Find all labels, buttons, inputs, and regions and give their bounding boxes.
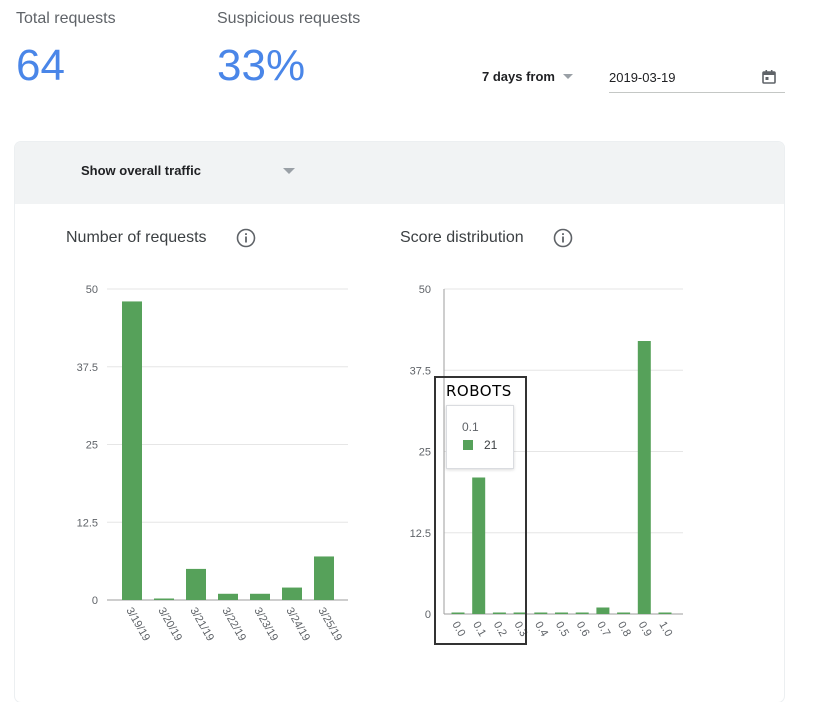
bar (154, 598, 174, 600)
x-tick-label: 3/20/19 (155, 606, 184, 644)
y-tick-label: 37.5 (77, 362, 98, 374)
y-tick-label: 25 (86, 440, 98, 452)
bar (314, 556, 334, 600)
charts-layer: 0 12.5 25 37.5 50 3/19/19 3/20/19 3/21/19 3/22/1… (77, 284, 683, 644)
y-tick-label: 0 (425, 609, 431, 621)
y-tick-label: 50 (419, 284, 431, 296)
y-tick-label: 37.5 (410, 365, 431, 377)
y-tick-label: 50 (86, 284, 98, 296)
y-tick-label: 12.5 (410, 528, 431, 540)
bar (575, 612, 589, 614)
x-tick-label: 0.9 (636, 620, 654, 639)
robots-annotation-box: ROBOTS (434, 376, 527, 645)
bar (658, 612, 672, 614)
x-tick-label: 0.5 (553, 620, 571, 639)
x-tick-label: 0.7 (594, 620, 612, 639)
x-tick-label: 0.4 (532, 620, 550, 639)
x-tick-label: 0.8 (615, 620, 633, 639)
bar (250, 593, 270, 600)
x-tick-label: 3/24/19 (283, 606, 312, 644)
x-tick-label: 3/21/19 (187, 606, 216, 644)
bar (555, 612, 568, 614)
bar (218, 593, 238, 600)
bar (282, 587, 302, 600)
x-tick-label: 3/23/19 (251, 606, 280, 644)
bar (122, 301, 142, 600)
bar (186, 568, 206, 600)
x-tick-label: 3/22/19 (219, 606, 248, 644)
y-tick-label: 0 (92, 595, 98, 607)
bar (596, 607, 610, 614)
bar (534, 612, 548, 614)
bar (637, 341, 651, 614)
y-tick-label: 12.5 (77, 517, 98, 529)
x-tick-label: 1.0 (656, 620, 674, 639)
y-tick-label: 25 (419, 447, 431, 459)
x-tick-label: 3/25/19 (315, 606, 344, 644)
x-tick-label: 0.6 (574, 620, 592, 639)
robots-annotation-label: ROBOTS (446, 382, 512, 400)
x-tick-label: 3/19/19 (123, 606, 152, 644)
bar (617, 612, 631, 614)
